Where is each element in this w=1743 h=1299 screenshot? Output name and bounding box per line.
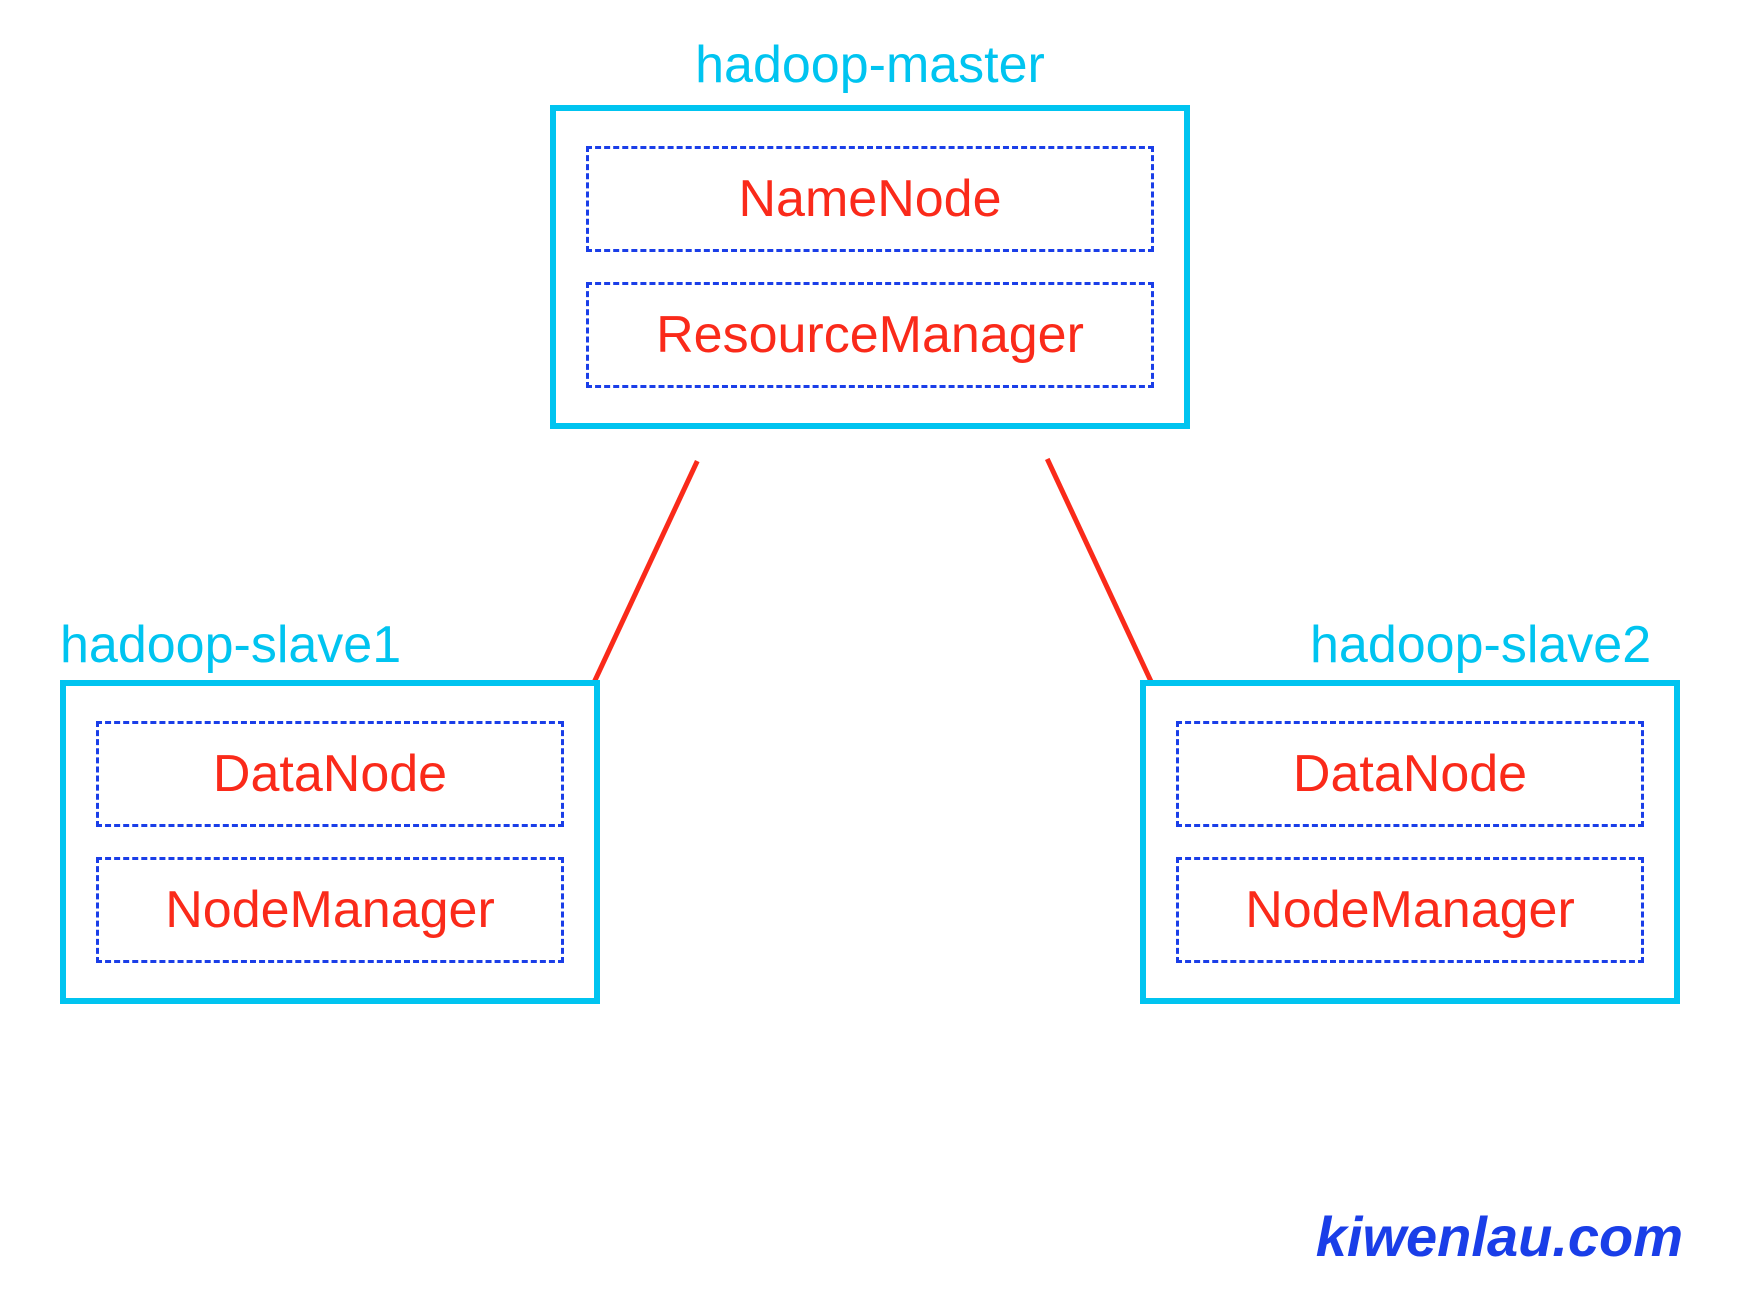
slave2-node-box: DataNode NodeManager xyxy=(1140,680,1680,1004)
connector-master-slave1 xyxy=(577,460,700,716)
resourcemanager-component: ResourceManager xyxy=(586,282,1154,388)
master-node-box: NameNode ResourceManager xyxy=(550,105,1190,429)
master-node-title: hadoop-master xyxy=(620,35,1120,95)
slave1-datanode-component: DataNode xyxy=(96,721,564,827)
slave2-datanode-component: DataNode xyxy=(1176,721,1644,827)
slave1-nodemanager-component: NodeManager xyxy=(96,857,564,963)
slave2-node-title: hadoop-slave2 xyxy=(1310,615,1651,675)
namenode-component: NameNode xyxy=(586,146,1154,252)
watermark-text: kiwenlau.com xyxy=(1316,1204,1683,1269)
connector-master-slave2 xyxy=(1045,458,1168,714)
slave1-node-title: hadoop-slave1 xyxy=(60,615,401,675)
slave2-nodemanager-component: NodeManager xyxy=(1176,857,1644,963)
slave1-node-box: DataNode NodeManager xyxy=(60,680,600,1004)
